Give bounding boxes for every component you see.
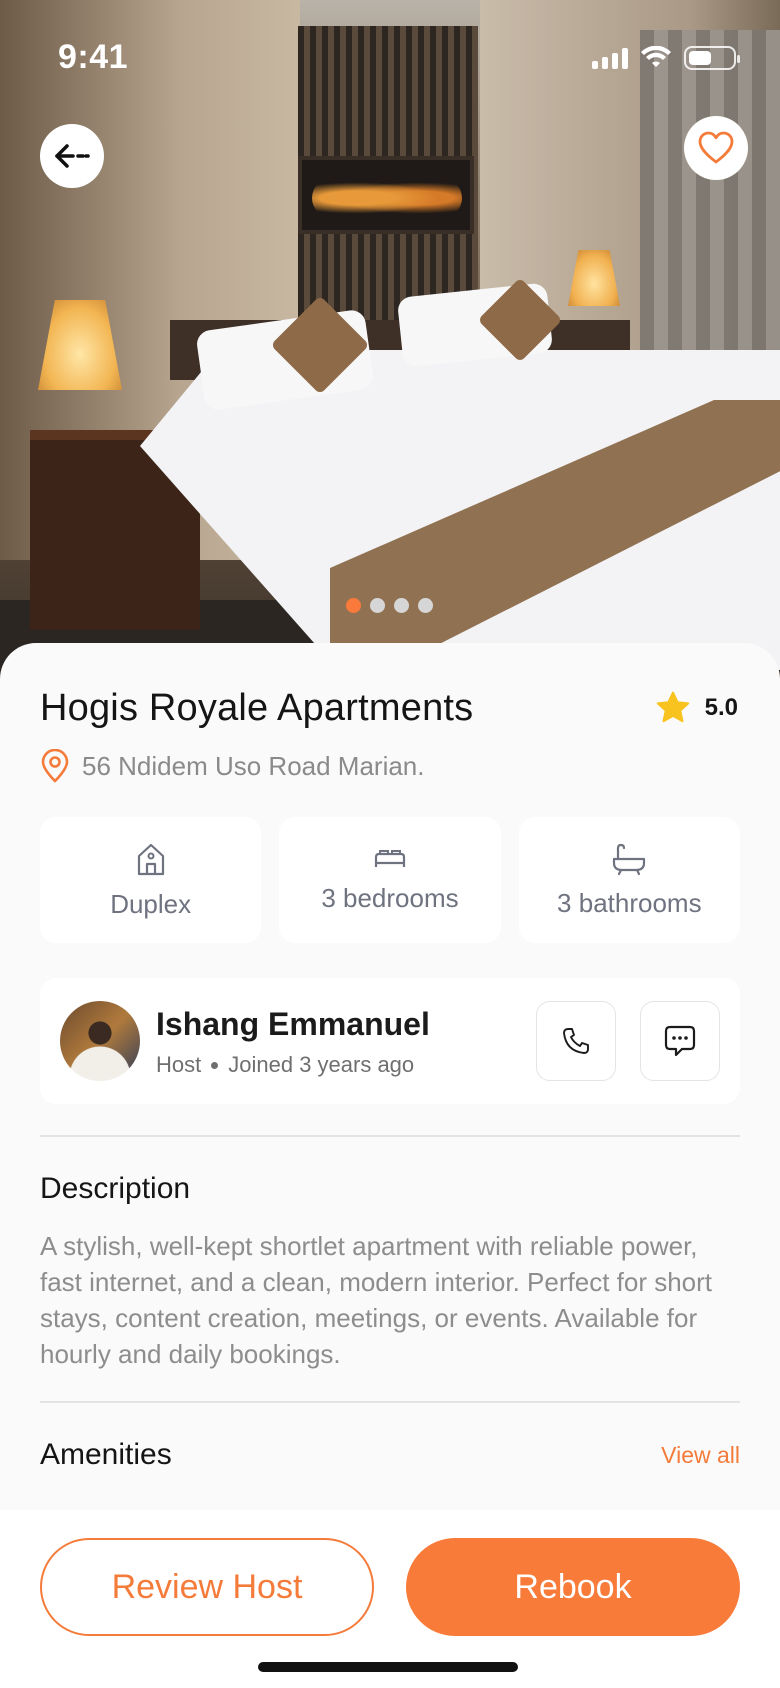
cellular-signal-icon (592, 47, 628, 69)
host-joined: Joined 3 years ago (228, 1052, 415, 1077)
separator-dot (211, 1061, 219, 1069)
bed-icon (374, 849, 406, 867)
carousel-indicator[interactable] (346, 598, 433, 613)
feature-label: Duplex (110, 888, 192, 919)
feature-label: 3 bathrooms (557, 887, 702, 918)
carousel-dot[interactable] (418, 598, 433, 613)
status-bar: 9:41 (0, 0, 780, 110)
bathtub-icon (613, 843, 646, 875)
view-all-amenities-link[interactable]: View all (661, 1442, 740, 1469)
heart-icon (698, 131, 734, 164)
rating-value: 5.0 (704, 694, 738, 721)
amenities-heading: Amenities (40, 1438, 172, 1471)
feature-label: 3 bedrooms (321, 882, 459, 913)
chat-bubble-icon (664, 1025, 696, 1057)
listing-title: Hogis Royale Apartments (40, 687, 474, 729)
wifi-icon (641, 46, 671, 67)
address-text: 56 Ndidem Uso Road Marian. (82, 750, 425, 781)
rating: 5.0 (655, 691, 738, 725)
features-row: Duplex 3 bedrooms 3 bathrooms (40, 817, 740, 943)
feature-card-bathrooms: 3 bathrooms (518, 817, 740, 943)
favorite-button[interactable] (684, 116, 748, 180)
host-role: Host (156, 1052, 202, 1077)
rebook-button[interactable]: Rebook (406, 1538, 740, 1636)
bottom-action-bar: Review Host Rebook (0, 1510, 780, 1688)
star-icon (656, 691, 689, 723)
address: 56 Ndidem Uso Road Marian. (40, 749, 425, 783)
carousel-dot[interactable] (394, 598, 409, 613)
phone-icon (563, 1028, 589, 1054)
carousel-dot-active[interactable] (346, 598, 361, 613)
home-indicator[interactable] (258, 1662, 518, 1672)
back-button[interactable] (40, 124, 104, 188)
review-host-button[interactable]: Review Host (40, 1538, 374, 1636)
description-text: A stylish, well-kept shortlet apartment … (40, 1231, 713, 1369)
message-host-button[interactable] (640, 1001, 720, 1081)
location-pin-icon (41, 749, 69, 783)
description-heading: Description (40, 1172, 191, 1205)
divider (40, 1135, 740, 1137)
host-name: Ishang Emmanuel (156, 1006, 430, 1042)
status-time: 9:41 (58, 38, 129, 76)
host-avatar[interactable] (60, 1001, 140, 1081)
feature-card-type: Duplex (40, 817, 262, 943)
feature-card-bedrooms: 3 bedrooms (279, 817, 501, 943)
divider (40, 1401, 740, 1403)
carousel-dot[interactable] (370, 598, 385, 613)
host-card[interactable]: Ishang Emmanuel Host Joined 3 years ago (40, 978, 740, 1104)
house-icon (137, 843, 164, 875)
call-host-button[interactable] (536, 1001, 616, 1081)
battery-icon (684, 46, 740, 70)
arrow-left-icon (55, 144, 90, 168)
host-meta: Host Joined 3 years ago (156, 1052, 414, 1078)
